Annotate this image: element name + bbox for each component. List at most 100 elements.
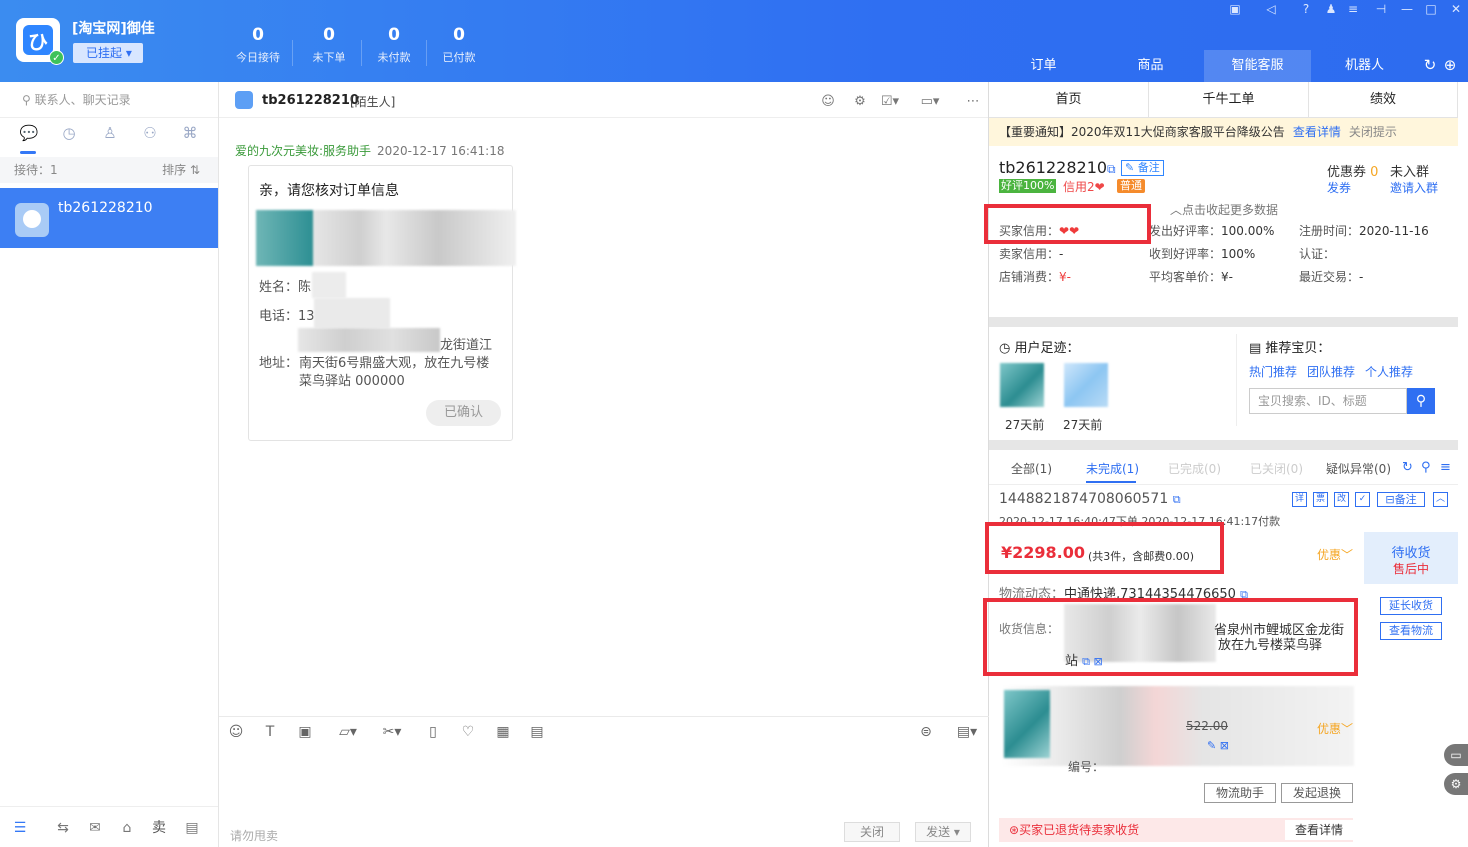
team-recommend-link[interactable]: 团队推荐: [1307, 363, 1355, 380]
invoice-icon[interactable]: 票: [1313, 492, 1328, 507]
menu-icon[interactable]: ≡: [1344, 1, 1362, 17]
heart-icon[interactable]: ♡: [457, 722, 479, 742]
edit-icon[interactable]: 改: [1334, 492, 1349, 507]
window-icon[interactable]: ▤: [182, 818, 202, 838]
pin-icon[interactable]: ⊣: [1372, 1, 1390, 17]
contact-item[interactable]: tb261228210: [0, 188, 218, 248]
more-icon[interactable]: ⋯: [963, 94, 983, 112]
order-item-image[interactable]: [1004, 690, 1050, 758]
order-tab-abnormal[interactable]: 疑似异常(0): [1326, 460, 1391, 477]
order-note-button[interactable]: ⊟备注: [1377, 492, 1425, 507]
font-icon[interactable]: T: [259, 722, 281, 742]
tab-smart-service[interactable]: 智能客服: [1204, 50, 1311, 82]
item-discount-link[interactable]: 优惠﹀: [1317, 720, 1353, 737]
video-icon[interactable]: ▭▾: [920, 94, 940, 112]
personal-recommend-link[interactable]: 个人推荐: [1365, 363, 1413, 380]
account-name: [淘宝网]御佳: [72, 21, 155, 37]
invite-group-link[interactable]: 邀请入群: [1390, 179, 1438, 196]
confirmed-button[interactable]: 已确认: [426, 400, 501, 426]
chevron-up-icon[interactable]: ︿: [1433, 492, 1448, 507]
order-tab-all[interactable]: 全部(1): [1011, 460, 1052, 477]
mail-icon[interactable]: ✉: [85, 818, 105, 838]
search-icon[interactable]: ⚲: [1407, 388, 1435, 414]
item-code-label: 编号：: [1068, 760, 1105, 774]
help-icon[interactable]: ?: [1297, 1, 1315, 17]
refresh-icon[interactable]: ↻: [1421, 57, 1439, 73]
checklist-icon[interactable]: ✓: [1355, 492, 1370, 507]
order-tab-closed[interactable]: 已关闭(0): [1250, 460, 1303, 477]
footprint-item-image[interactable]: [1064, 363, 1108, 407]
add-icon[interactable]: ⊕: [1441, 57, 1459, 73]
history-record-icon[interactable]: ▤▾: [948, 722, 986, 742]
volume-icon[interactable]: ◁: [1262, 1, 1280, 17]
minimize-icon[interactable]: —: [1398, 1, 1416, 17]
product-search-input[interactable]: 宝贝搜索、ID、标题: [1249, 388, 1407, 414]
address-line-3: 菜鸟驿站 000000: [299, 374, 405, 389]
stat-label: 未付款: [377, 51, 411, 64]
image-icon[interactable]: ▣: [294, 722, 316, 742]
extend-receipt-button[interactable]: 延长收货: [1380, 597, 1442, 615]
recent-chat-icon[interactable]: 💬: [14, 124, 44, 148]
hot-recommend-link[interactable]: 热门推荐: [1249, 363, 1297, 380]
contact-icon[interactable]: ♙: [95, 124, 125, 148]
notice-detail-link[interactable]: 查看详情: [1293, 125, 1341, 139]
discount-link[interactable]: 优惠﹀: [1317, 546, 1353, 563]
sell-icon[interactable]: 卖: [149, 818, 169, 838]
stat-today: 0 今日接待: [230, 25, 286, 65]
emoji-icon[interactable]: ☺: [225, 722, 247, 742]
notice-text: 【重要通知】2020年双11大促商家客服平台降级公告: [999, 125, 1285, 139]
org-icon[interactable]: ⌘: [175, 124, 205, 148]
filter-icon[interactable]: ≡: [1440, 460, 1451, 475]
folder-icon[interactable]: ▱▾: [331, 722, 365, 742]
alert-detail-link[interactable]: 查看详情: [1284, 820, 1353, 840]
order-tab-done[interactable]: 已完成(0): [1168, 460, 1221, 477]
tab-orders[interactable]: 订单: [990, 50, 1097, 82]
quick-reply-icon[interactable]: ⊜: [915, 722, 937, 742]
note-button[interactable]: ✎ 备注: [1121, 160, 1164, 176]
close-window-icon[interactable]: ✕: [1447, 1, 1465, 17]
logistics-helper-button[interactable]: 物流助手: [1204, 783, 1276, 803]
detail-icon[interactable]: 详: [1292, 492, 1307, 507]
return-exchange-button[interactable]: 发起退换: [1281, 783, 1353, 803]
tab-products[interactable]: 商品: [1097, 50, 1204, 82]
contact-search-input[interactable]: ⚲ 联系人、聊天记录: [0, 82, 218, 118]
order-tab-pending[interactable]: 未完成(1): [1086, 460, 1139, 477]
user-settings-icon[interactable]: ⚙: [850, 94, 870, 112]
notice-close-link[interactable]: 关闭提示: [1349, 125, 1397, 139]
sort-button[interactable]: 排序 ⇅: [162, 157, 200, 183]
settings-icon[interactable]: ⚙: [1444, 773, 1468, 795]
highlight-box: [984, 204, 1151, 244]
history-icon[interactable]: ◷: [54, 124, 84, 148]
group-icon[interactable]: ⚇: [135, 124, 165, 148]
screenshot-icon[interactable]: ▣: [1226, 1, 1244, 17]
transfer-icon[interactable]: ⇆: [53, 818, 73, 838]
message-input[interactable]: 请勿甩卖: [230, 827, 278, 844]
send-button[interactable]: 发送 ▾: [915, 822, 971, 842]
search-icon[interactable]: ⚲: [1421, 460, 1431, 475]
edit-icon[interactable]: ✎ ⊠: [1207, 739, 1229, 752]
tab-robot[interactable]: 机器人: [1311, 50, 1418, 82]
scissors-icon[interactable]: ✂▾: [375, 722, 409, 742]
collapse-data-link[interactable]: ︿点击收起更多数据: [1170, 201, 1278, 218]
checklist-icon[interactable]: ☑▾: [880, 94, 900, 112]
close-button[interactable]: 关闭: [844, 822, 900, 842]
chat-bubble-icon[interactable]: ☺: [818, 94, 838, 112]
tab-performance[interactable]: 绩效: [1309, 82, 1458, 118]
footprint-item-image[interactable]: [1000, 363, 1044, 407]
calculator-icon[interactable]: ▦: [492, 722, 514, 742]
menu-icon[interactable]: ☰: [10, 818, 30, 838]
shop-icon[interactable]: ⌂: [117, 818, 137, 838]
maximize-icon[interactable]: □: [1422, 1, 1440, 17]
tab-workorder[interactable]: 千牛工单: [1149, 82, 1309, 118]
shake-icon[interactable]: ▯: [422, 722, 444, 742]
refresh-icon[interactable]: ↻: [1402, 460, 1413, 475]
coupon-icon[interactable]: ▤: [526, 722, 548, 742]
app-logo: ひ ✓: [16, 18, 64, 65]
divider: [989, 484, 1458, 485]
tab-home[interactable]: 首页: [989, 82, 1149, 118]
send-coupon-link[interactable]: 发券: [1327, 179, 1351, 196]
status-dropdown[interactable]: 已挂起 ▾: [73, 43, 143, 63]
view-logistics-button[interactable]: 查看物流: [1380, 622, 1442, 640]
feedback-icon[interactable]: ▭: [1444, 744, 1468, 766]
skin-icon[interactable]: ♟: [1322, 1, 1340, 17]
